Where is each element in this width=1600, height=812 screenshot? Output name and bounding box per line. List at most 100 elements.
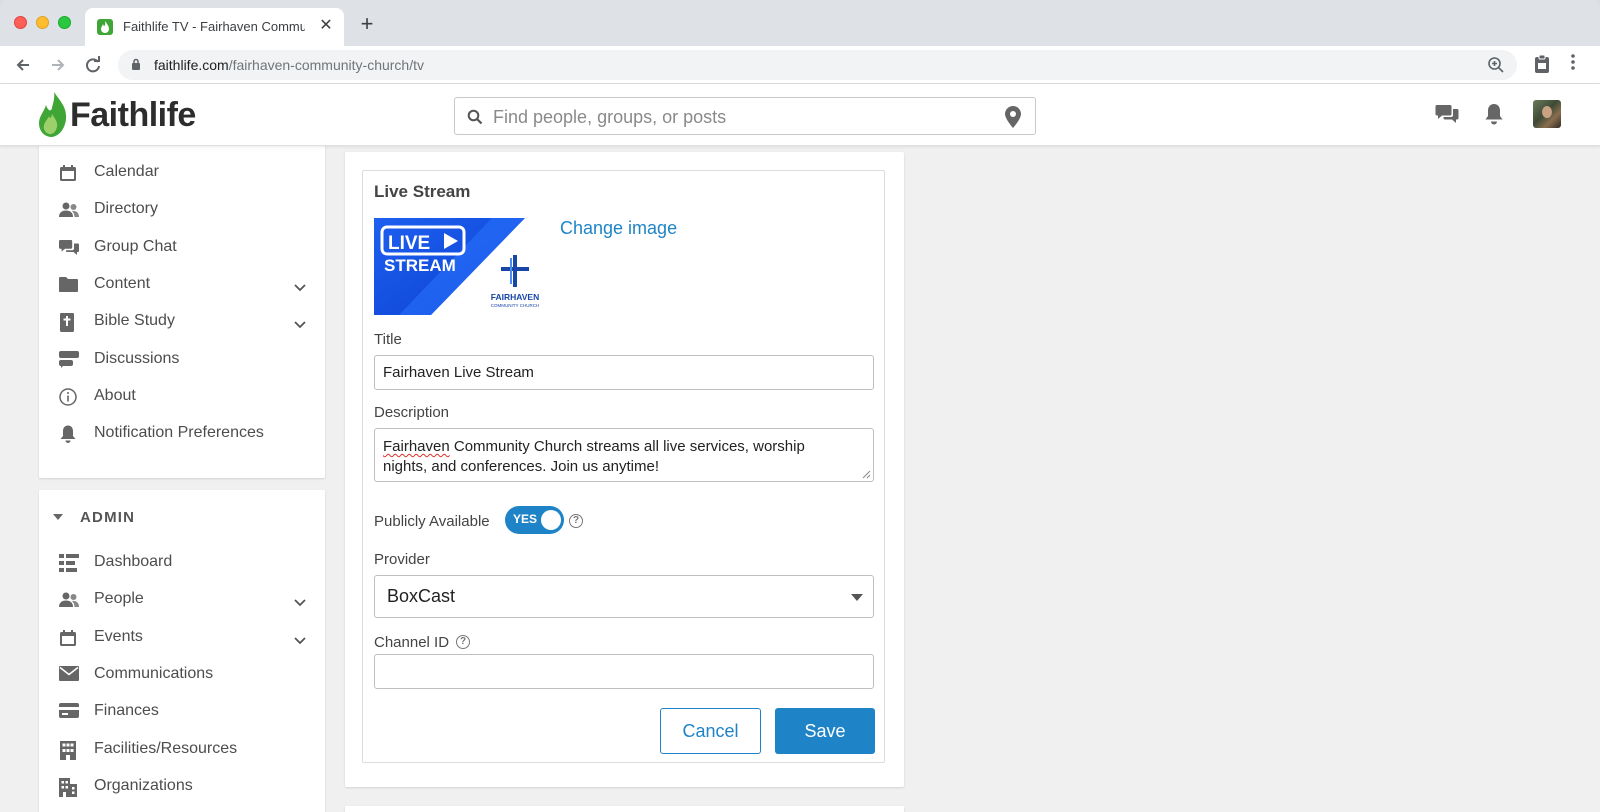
- sidebar-item-bible-study[interactable]: Bible Study: [39, 304, 325, 340]
- address-bar[interactable]: faithlife.com/fairhaven-community-church…: [118, 50, 1517, 80]
- url-path: /fairhaven-community-church/tv: [228, 57, 424, 73]
- clipboard-extension-icon[interactable]: [1534, 54, 1550, 74]
- description-first-word: Fairhaven: [383, 438, 450, 455]
- content-area: Calendar Directory Group Chat Content Bible …: [0, 146, 1600, 812]
- tab-close-icon[interactable]: ✕: [317, 17, 335, 35]
- people-icon: [59, 201, 79, 219]
- sidebar-item-label: Directory: [94, 200, 159, 218]
- cancel-button[interactable]: Cancel: [660, 708, 761, 754]
- channel-id-label: Channel ID: [374, 634, 450, 651]
- chevron-down-icon[interactable]: [294, 594, 306, 612]
- browser-tab[interactable]: Faithlife TV - Fairhaven Community Churc…: [85, 8, 344, 46]
- sidebar-item-label: Finances: [94, 702, 159, 720]
- sidebar-item-facilities-resources[interactable]: Facilities/Resources: [39, 732, 325, 768]
- chevron-down-icon[interactable]: [294, 316, 306, 334]
- logo-text: Faithlife: [70, 96, 196, 134]
- app-header: Faithlife Find people, groups, or posts: [0, 84, 1600, 146]
- building-icon: [59, 740, 77, 760]
- live-text: LIVE: [388, 233, 430, 254]
- change-image-link[interactable]: Change image: [560, 218, 677, 239]
- sidebar-item-label: Communications: [94, 664, 214, 682]
- chevron-down-icon[interactable]: [294, 632, 306, 650]
- sidebar-item-communications[interactable]: Communications: [39, 657, 325, 693]
- browser-toolbar: faithlife.com/fairhaven-community-church…: [0, 46, 1600, 84]
- discussions-icon: [59, 350, 79, 369]
- faithlife-favicon-icon: [97, 19, 113, 35]
- back-arrow-icon[interactable]: [12, 54, 34, 76]
- sidebar-item-label: Calendar: [94, 163, 159, 180]
- search-input[interactable]: Find people, groups, or posts: [454, 97, 1036, 135]
- close-window-button[interactable]: [14, 16, 27, 29]
- live-stream-thumbnail: LIVE STREAM FAIRHAVEN COMMUNITY CHURCH: [374, 218, 545, 315]
- provider-label: Provider: [374, 551, 430, 568]
- browser-menu-icon[interactable]: [1570, 53, 1576, 76]
- sidebar-item-label: Content: [94, 274, 151, 292]
- sidebar-item-label: Discussions: [94, 349, 180, 367]
- tab-title: Faithlife TV - Fairhaven Community Churc…: [123, 19, 305, 34]
- sidebar-item-label: Events: [94, 627, 143, 645]
- forward-arrow-icon[interactable]: [47, 54, 69, 76]
- sidebar-item-directory[interactable]: Directory: [39, 192, 325, 228]
- lock-icon: [132, 58, 140, 70]
- live-stream-form: Live Stream LIVE STREAM FAIRHAVEN COMMUN…: [362, 170, 885, 763]
- sidebar-item-group-chat[interactable]: Group Chat: [39, 230, 325, 266]
- sidebar-item-dashboard[interactable]: Dashboard: [39, 545, 325, 581]
- save-button[interactable]: Save: [775, 708, 875, 754]
- sidebar-item-label: About: [94, 386, 136, 404]
- user-avatar[interactable]: [1533, 100, 1561, 128]
- description-field[interactable]: Fairhaven Community Church streams all l…: [374, 428, 874, 482]
- church-name-text: FAIRHAVEN: [491, 292, 540, 302]
- minimize-window-button[interactable]: [36, 16, 49, 29]
- help-icon[interactable]: ?: [456, 635, 470, 649]
- sidebar-item-about[interactable]: About: [39, 379, 325, 415]
- search-icon: [467, 109, 483, 125]
- sidebar-item-finances[interactable]: Finances: [39, 694, 325, 730]
- flame-icon: [39, 92, 67, 137]
- credit-card-icon: [59, 703, 79, 721]
- tab-strip: Faithlife TV - Fairhaven Community Churc…: [0, 0, 1600, 46]
- provider-value: BoxCast: [387, 586, 456, 606]
- info-icon: [59, 388, 77, 406]
- sidebar-item-discussions[interactable]: Discussions: [39, 342, 325, 378]
- reload-icon[interactable]: [82, 54, 104, 76]
- sidebar-item-organizations[interactable]: Organizations: [39, 769, 325, 805]
- sidebar-item-events[interactable]: Events: [39, 620, 325, 656]
- sidebar-item-label: Notification Preferences: [94, 424, 264, 442]
- new-tab-button[interactable]: +: [357, 13, 377, 35]
- calendar-icon: [59, 629, 77, 647]
- caret-down-icon: [851, 594, 863, 601]
- envelope-icon: [59, 665, 79, 684]
- organizations-icon: [59, 777, 77, 797]
- resize-handle-icon[interactable]: [862, 470, 871, 479]
- sidebar-nav: Calendar Directory Group Chat Content Bible …: [39, 146, 325, 478]
- dashboard-icon: [59, 554, 79, 572]
- notifications-bell-icon[interactable]: [1484, 103, 1504, 125]
- location-pin-icon[interactable]: [1005, 106, 1021, 128]
- toggle-knob: [541, 510, 561, 530]
- search-placeholder: Find people, groups, or posts: [493, 107, 727, 127]
- sidebar-item-content[interactable]: Content: [39, 267, 325, 303]
- sidebar-item-calendar[interactable]: Calendar: [39, 155, 325, 191]
- provider-select[interactable]: BoxCast: [374, 575, 874, 618]
- sidebar-item-people[interactable]: People: [39, 582, 325, 618]
- title-label: Title: [374, 331, 402, 348]
- next-panel: [345, 806, 904, 812]
- help-icon[interactable]: ?: [569, 514, 583, 528]
- title-field[interactable]: Fairhaven Live Stream: [374, 355, 874, 390]
- admin-nav: ADMIN Dashboard People Events Communication…: [39, 490, 325, 812]
- chevron-down-icon[interactable]: [294, 279, 306, 297]
- sidebar-item-label: Facilities/Resources: [94, 739, 238, 757]
- folder-icon: [59, 276, 78, 294]
- calendar-icon: [59, 164, 77, 182]
- sidebar-item-label: Bible Study: [94, 312, 175, 330]
- channel-id-field[interactable]: [374, 654, 874, 689]
- messages-icon[interactable]: [1435, 103, 1459, 125]
- live-stream-panel: Live Stream LIVE STREAM FAIRHAVEN COMMUN…: [345, 152, 904, 787]
- live-stream-image: LIVE STREAM FAIRHAVEN COMMUNITY CHURCH: [374, 218, 540, 315]
- sidebar-item-notification-preferences[interactable]: Notification Preferences: [39, 416, 325, 452]
- toggle-state-text: YES: [513, 512, 538, 526]
- maximize-window-button[interactable]: [58, 16, 71, 29]
- title-value: Fairhaven Live Stream: [383, 364, 534, 381]
- zoom-icon[interactable]: [1487, 56, 1505, 74]
- public-toggle[interactable]: YES: [505, 506, 564, 534]
